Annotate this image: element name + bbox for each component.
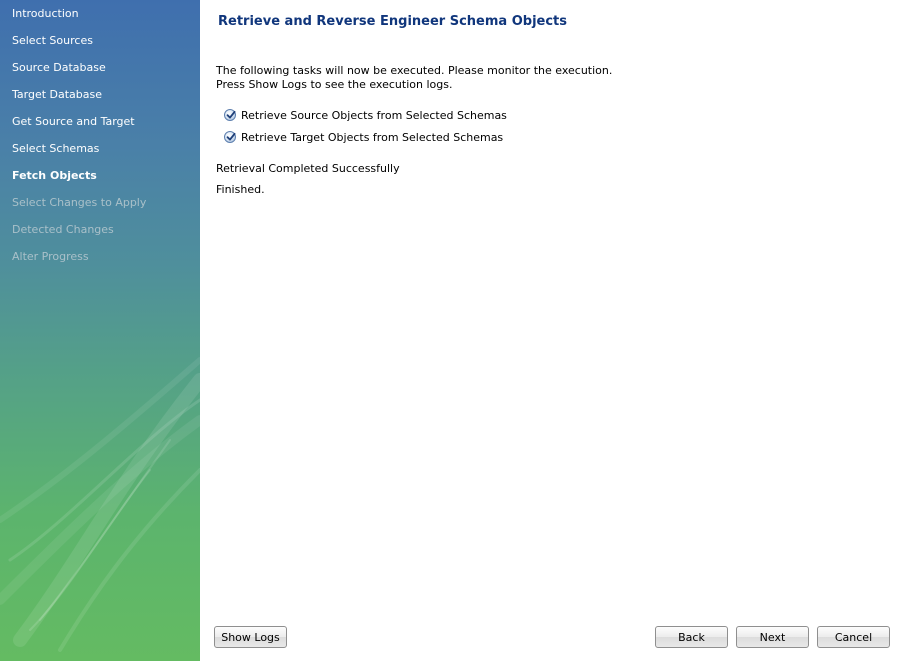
back-button[interactable]: Back [655,626,728,648]
finished-text: Finished. [216,183,265,196]
sidebar-item-introduction: Introduction [12,7,79,20]
page-title: Retrieve and Reverse Engineer Schema Obj… [218,14,568,29]
intro-text: The following tasks will now be executed… [216,64,612,91]
wizard-content: Retrieve and Reverse Engineer Schema Obj… [200,0,904,661]
next-button[interactable]: Next [736,626,809,648]
sidebar-item-detected-changes: Detected Changes [12,223,114,236]
sidebar-item-get-source-and-target: Get Source and Target [12,115,135,128]
intro-line-2: Press Show Logs to see the execution log… [216,77,453,91]
sidebar-item-fetch-objects: Fetch Objects [12,169,97,182]
show-logs-button[interactable]: Show Logs [214,626,287,648]
task-label: Retrieve Target Objects from Selected Sc… [241,130,504,144]
check-icon [224,109,236,121]
sidebar-item-target-database: Target Database [12,88,103,101]
task-row-source: Retrieve Source Objects from Selected Sc… [224,107,507,123]
status-text: Retrieval Completed Successfully [216,162,400,175]
task-row-target: Retrieve Target Objects from Selected Sc… [224,129,503,145]
sidebar-item-select-sources: Select Sources [12,34,93,47]
check-icon [224,131,236,143]
sidebar-item-source-database: Source Database [12,61,106,74]
sidebar-item-alter-progress: Alter Progress [12,250,89,263]
intro-line-1: The following tasks will now be executed… [216,64,613,77]
sidebar-item-select-changes: Select Changes to Apply [12,196,147,209]
cancel-button[interactable]: Cancel [817,626,890,648]
sidebar-item-select-schemas: Select Schemas [12,142,100,155]
task-label: Retrieve Source Objects from Selected Sc… [241,108,507,122]
wizard-steps-sidebar: Introduction Select Sources Source Datab… [0,0,200,661]
